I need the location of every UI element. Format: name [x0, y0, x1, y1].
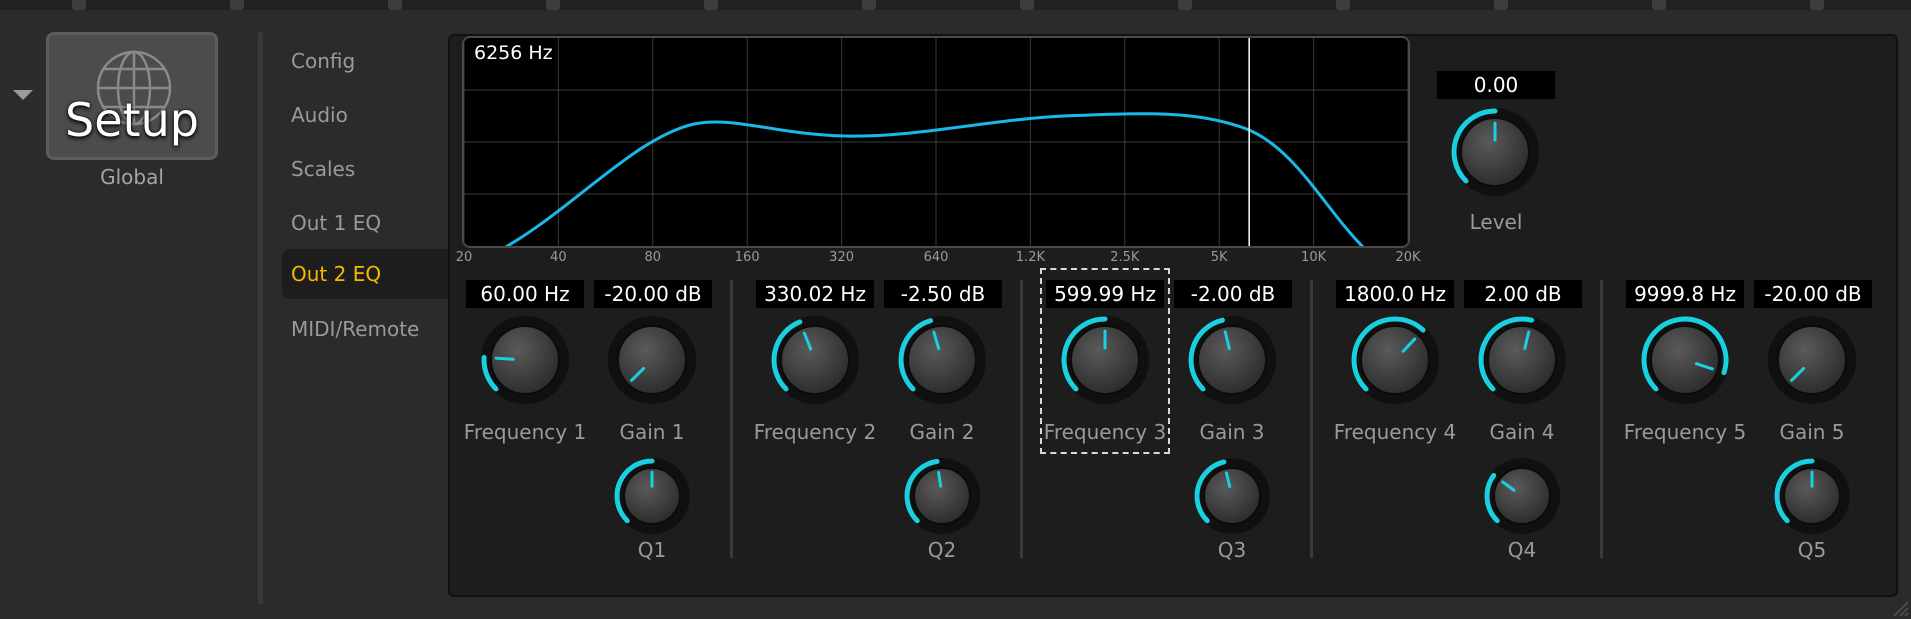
cursor-frequency-readout: 6256 Hz [474, 42, 553, 64]
gain-2-value[interactable]: -2.50 dB [884, 280, 1002, 308]
frequency-4-label: Frequency 4 [1333, 420, 1457, 444]
frequency-1-knob[interactable] [477, 312, 573, 408]
ruler-tick [1178, 0, 1192, 10]
frequency-2-knob[interactable] [767, 312, 863, 408]
nav-item-out1-eq[interactable]: Out 1 EQ [282, 198, 452, 248]
frequency-4-value[interactable]: 1800.0 Hz [1336, 280, 1454, 308]
frequency-3-value[interactable]: 599.99 Hz [1046, 280, 1164, 308]
q-3-label: Q3 [1217, 538, 1247, 562]
frequency-1-value[interactable]: 60.00 Hz [466, 280, 584, 308]
level-value[interactable]: 0.00 [1437, 71, 1555, 99]
x-tick-label: 2.5K [1110, 250, 1140, 265]
q-3-knob[interactable] [1190, 454, 1274, 538]
x-tick-label: 5K [1210, 250, 1228, 265]
q-5-knob[interactable] [1770, 454, 1854, 538]
band-divider [1020, 280, 1023, 558]
nav-item-audio[interactable]: Audio [282, 90, 452, 140]
resize-grip-icon[interactable] [1891, 599, 1909, 617]
gain-4-knob[interactable] [1474, 312, 1570, 408]
gain-1-knob[interactable] [604, 312, 700, 408]
gain-5-label: Gain 5 [1779, 420, 1845, 444]
ruler-tick [388, 0, 402, 10]
gain-3-value[interactable]: -2.00 dB [1174, 280, 1292, 308]
frequency-4-knob[interactable] [1347, 312, 1443, 408]
q-4-label: Q4 [1507, 538, 1537, 562]
gain-5-knob[interactable] [1764, 312, 1860, 408]
eq-curve [504, 112, 1365, 246]
ruler-tick [1652, 0, 1666, 10]
x-tick-label: 320 [829, 250, 855, 265]
setup-module-button[interactable]: Setup [46, 32, 218, 160]
nav-item-scales[interactable]: Scales [282, 144, 452, 194]
frequency-5-label: Frequency 5 [1623, 420, 1747, 444]
ruler-tick [72, 0, 86, 10]
x-tick-label: 640 [923, 250, 949, 265]
frequency-2-value[interactable]: 330.02 Hz [756, 280, 874, 308]
gain-3-label: Gain 3 [1199, 420, 1265, 444]
gain-1-label: Gain 1 [619, 420, 685, 444]
gain-4-value[interactable]: 2.00 dB [1464, 280, 1582, 308]
top-ruler [0, 0, 1911, 10]
ruler-tick [1810, 0, 1824, 10]
frequency-5-knob[interactable] [1637, 312, 1733, 408]
gain-2-knob[interactable] [894, 312, 990, 408]
gain-4-label: Gain 4 [1489, 420, 1555, 444]
level-label: Level [1469, 210, 1523, 234]
eq-response-graph[interactable]: 6256 Hz [462, 36, 1410, 248]
gain-5-value[interactable]: -20.00 dB [1754, 280, 1872, 308]
ruler-tick [862, 0, 876, 10]
nav-item-config[interactable]: Config [282, 36, 452, 86]
module-caption: Global [100, 165, 164, 189]
frequency-3-knob[interactable] [1057, 312, 1153, 408]
q-1-label: Q1 [637, 538, 667, 562]
q-2-label: Q2 [927, 538, 957, 562]
gain-1-value[interactable]: -20.00 dB [594, 280, 712, 308]
x-tick-label: 160 [734, 250, 760, 265]
frequency-5-value[interactable]: 9999.8 Hz [1626, 280, 1744, 308]
q-2-knob[interactable] [900, 454, 984, 538]
band-divider [1310, 280, 1313, 558]
ruler-tick [1494, 0, 1508, 10]
ruler-tick [546, 0, 560, 10]
frequency-3-label: Frequency 3 [1043, 420, 1167, 444]
gain-3-knob[interactable] [1184, 312, 1280, 408]
collapse-arrow-icon[interactable] [13, 90, 33, 100]
band-divider [1600, 280, 1603, 558]
sidebar-divider [258, 32, 263, 604]
ruler-tick [230, 0, 244, 10]
x-tick-label: 20K [1395, 250, 1421, 265]
nav-item-midi-remote[interactable]: MIDI/Remote [282, 304, 452, 354]
q-1-knob[interactable] [610, 454, 694, 538]
gain-2-label: Gain 2 [909, 420, 975, 444]
x-tick-label: 1.2K [1015, 250, 1045, 265]
x-tick-label: 80 [644, 250, 662, 265]
frequency-1-label: Frequency 1 [463, 420, 587, 444]
level-knob[interactable] [1447, 104, 1543, 200]
frequency-2-label: Frequency 2 [753, 420, 877, 444]
q-4-knob[interactable] [1480, 454, 1564, 538]
x-tick-label: 20 [455, 250, 473, 265]
band-divider [730, 280, 733, 558]
module-title: Setup [65, 93, 199, 147]
ruler-tick [1020, 0, 1034, 10]
ruler-tick [704, 0, 718, 10]
eq-curve-plot [464, 38, 1408, 246]
q-5-label: Q5 [1797, 538, 1827, 562]
x-tick-label: 40 [550, 250, 567, 265]
ruler-tick [1336, 0, 1350, 10]
x-tick-label: 10K [1301, 250, 1327, 265]
